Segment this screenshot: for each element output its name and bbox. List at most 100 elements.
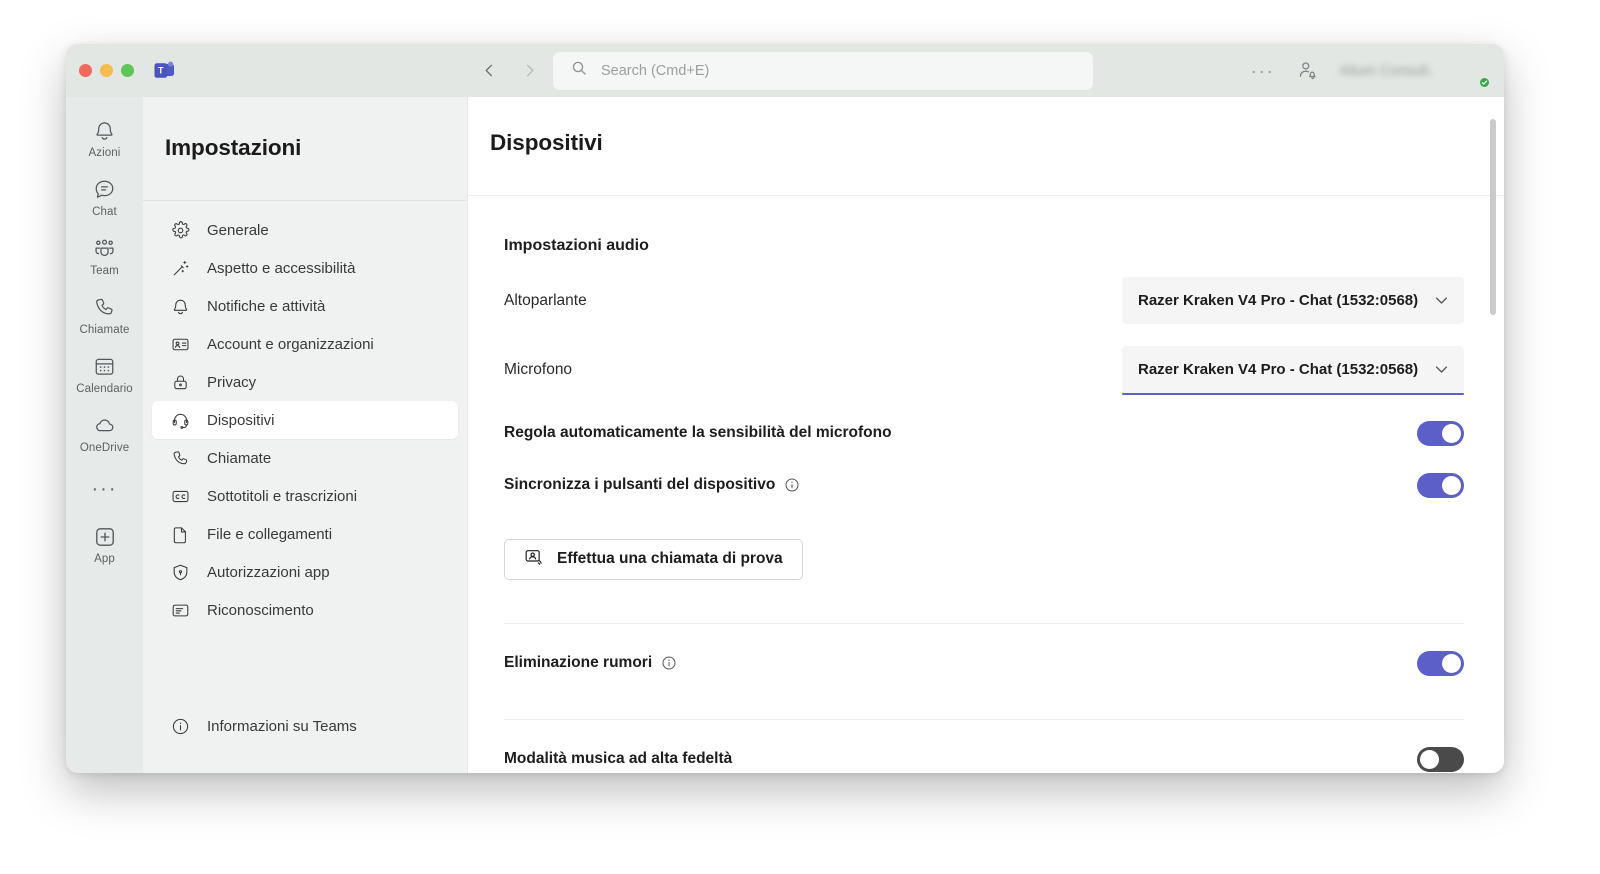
sidebar-item-label: File e collegamenti (207, 525, 333, 543)
search-bar[interactable]: Search (Cmd+E) (553, 51, 1093, 90)
rail-label: Team (90, 265, 119, 277)
back-button[interactable] (476, 58, 502, 84)
sidebar-item-label: Dispositivi (207, 411, 275, 429)
rail-item-team[interactable]: Team (71, 229, 139, 282)
speaker-dropdown[interactable]: Razer Kraken V4 Pro - Chat (1532:0568) (1122, 277, 1464, 325)
sidebar-item-autorizzazioni-app[interactable]: Autorizzazioni app (152, 553, 458, 591)
microphone-dropdown-value: Razer Kraken V4 Pro - Chat (1532:0568) (1138, 361, 1419, 379)
close-window-button[interactable] (79, 64, 92, 77)
auto-mic-sensitivity-label: Regola automaticamente la sensibilità de… (504, 424, 892, 441)
rail-item-chat[interactable]: Chat (71, 170, 139, 223)
toggle-knob (1442, 475, 1461, 495)
sidebar-item-label: Notifiche e attività (207, 297, 326, 315)
test-call-label: Effettua una chiamata di prova (557, 550, 783, 567)
hifi-music-mode-toggle[interactable] (1417, 746, 1464, 772)
sync-device-buttons-text: Sincronizza i pulsanti del dispositivo (504, 476, 776, 493)
people-team-icon (93, 236, 116, 261)
titlebar-right-cluster: ··· Altum Consult. (1251, 53, 1491, 89)
maximize-window-button[interactable] (121, 64, 134, 77)
title-bar: T Search (Cmd+E) ··· Altum Consult. (66, 44, 1504, 97)
magic-wand-icon (170, 258, 191, 279)
noise-suppression-toggle[interactable] (1417, 650, 1464, 676)
sidebar-item-file-collegamenti[interactable]: File e collegamenti (152, 515, 458, 553)
test-call-button[interactable]: Effettua una chiamata di prova (504, 538, 803, 580)
toggle-knob (1442, 423, 1461, 443)
sidebar-item-account-organizzazioni[interactable]: Account e organizzazioni (152, 325, 458, 363)
hifi-music-mode-label: Modalità musica ad alta fedeltà (504, 750, 733, 767)
window-controls (79, 64, 134, 77)
forward-button[interactable] (516, 58, 542, 84)
rail-label: OneDrive (79, 442, 130, 454)
sidebar-item-aspetto-accessibilita[interactable]: Aspetto e accessibilità (152, 249, 458, 287)
sidebar-item-privacy[interactable]: Privacy (152, 363, 458, 401)
settings-scroll-area: Impostazioni audio Altoparlante Razer Kr… (468, 196, 1504, 773)
search-icon (571, 60, 587, 81)
gear-icon (170, 220, 191, 241)
navigation-arrows (476, 58, 542, 84)
scrollbar[interactable] (1490, 119, 1496, 773)
sidebar-item-label: Chiamate (207, 449, 272, 467)
minimize-window-button[interactable] (100, 64, 113, 77)
sidebar-item-label: Autorizzazioni app (207, 563, 330, 581)
rail-item-onedrive[interactable]: OneDrive (71, 406, 139, 459)
sync-device-buttons-toggle[interactable] (1417, 472, 1464, 498)
sidebar-item-sottotitoli-trascrizioni[interactable]: Sottotitoli e trascrizioni (152, 477, 458, 515)
sidebar-item-label: Privacy (207, 373, 257, 391)
noise-suppression-text: Eliminazione rumori (504, 654, 653, 671)
sidebar-item-informazioni-su-teams[interactable]: Informazioni su Teams (152, 707, 458, 745)
app-rail: Azioni Chat Team Chiamate Calendario One… (66, 97, 143, 773)
sidebar-item-riconoscimento[interactable]: Riconoscimento (152, 591, 458, 629)
cloud-icon (93, 413, 116, 438)
settings-panel: Impostazioni Generale Aspetto e accessib… (143, 97, 468, 773)
sidebar-item-label: Sottotitoli e trascrizioni (207, 487, 358, 505)
window-body: Azioni Chat Team Chiamate Calendario One… (66, 97, 1504, 773)
sidebar-item-generale[interactable]: Generale (152, 211, 458, 249)
headset-icon (170, 410, 191, 431)
toggle-knob (1442, 653, 1461, 673)
svg-text:T: T (158, 65, 164, 75)
shield-icon (170, 562, 191, 583)
info-circle-icon[interactable] (661, 655, 677, 671)
avatar[interactable] (1455, 53, 1491, 89)
hifi-music-mode-row: Modalità musica ad alta fedeltà (504, 746, 1464, 772)
scrollbar-thumb[interactable] (1490, 119, 1496, 315)
sidebar-item-label: Account e organizzazioni (207, 335, 374, 353)
praise-icon (170, 600, 191, 621)
teams-logo-icon: T (153, 60, 175, 82)
info-circle-icon[interactable] (784, 477, 800, 493)
file-icon (170, 524, 191, 545)
teams-window: T Search (Cmd+E) ··· Altum Consult. Azio… (66, 44, 1504, 773)
sidebar-item-label: Riconoscimento (207, 601, 314, 619)
rail-item-calendario[interactable]: Calendario (71, 347, 139, 400)
person-notify-icon[interactable] (1297, 60, 1318, 81)
more-options-icon[interactable]: ··· (1251, 62, 1275, 80)
rail-item-chiamate[interactable]: Chiamate (71, 288, 139, 341)
lock-icon (170, 372, 191, 393)
microphone-dropdown[interactable]: Razer Kraken V4 Pro - Chat (1532:0568) (1122, 346, 1464, 395)
divider (504, 718, 1464, 720)
rail-item-azioni[interactable]: Azioni (71, 111, 139, 164)
chevron-down-icon (1433, 361, 1450, 378)
rail-more-button[interactable]: ··· (92, 465, 118, 517)
sidebar-item-dispositivi[interactable]: Dispositivi (152, 401, 458, 439)
page-title: Dispositivi (490, 130, 603, 155)
sidebar-item-chiamate[interactable]: Chiamate (152, 439, 458, 477)
divider (504, 622, 1464, 624)
status-badge (1478, 76, 1491, 89)
chevron-down-icon (1433, 292, 1450, 309)
sidebar-item-label: Generale (207, 221, 269, 239)
toggle-knob (1420, 749, 1439, 769)
microphone-label: Microfono (504, 360, 573, 378)
phone-icon (93, 295, 116, 320)
speaker-label: Altoparlante (504, 291, 587, 309)
focus-underline (1122, 392, 1464, 395)
noise-suppression-label: Eliminazione rumori (504, 654, 677, 672)
auto-mic-sensitivity-toggle[interactable] (1417, 420, 1464, 446)
sidebar-item-notifiche-attivita[interactable]: Notifiche e attività (152, 287, 458, 325)
screen: T Search (Cmd+E) ··· Altum Consult. Azio… (0, 0, 1600, 874)
account-name: Altum Consult. (1339, 63, 1433, 78)
rail-label: Chat (92, 206, 117, 218)
auto-mic-sensitivity-row: Regola automaticamente la sensibilità de… (504, 420, 1464, 446)
plus-square-icon (93, 524, 117, 549)
rail-item-app[interactable]: App (71, 517, 139, 570)
